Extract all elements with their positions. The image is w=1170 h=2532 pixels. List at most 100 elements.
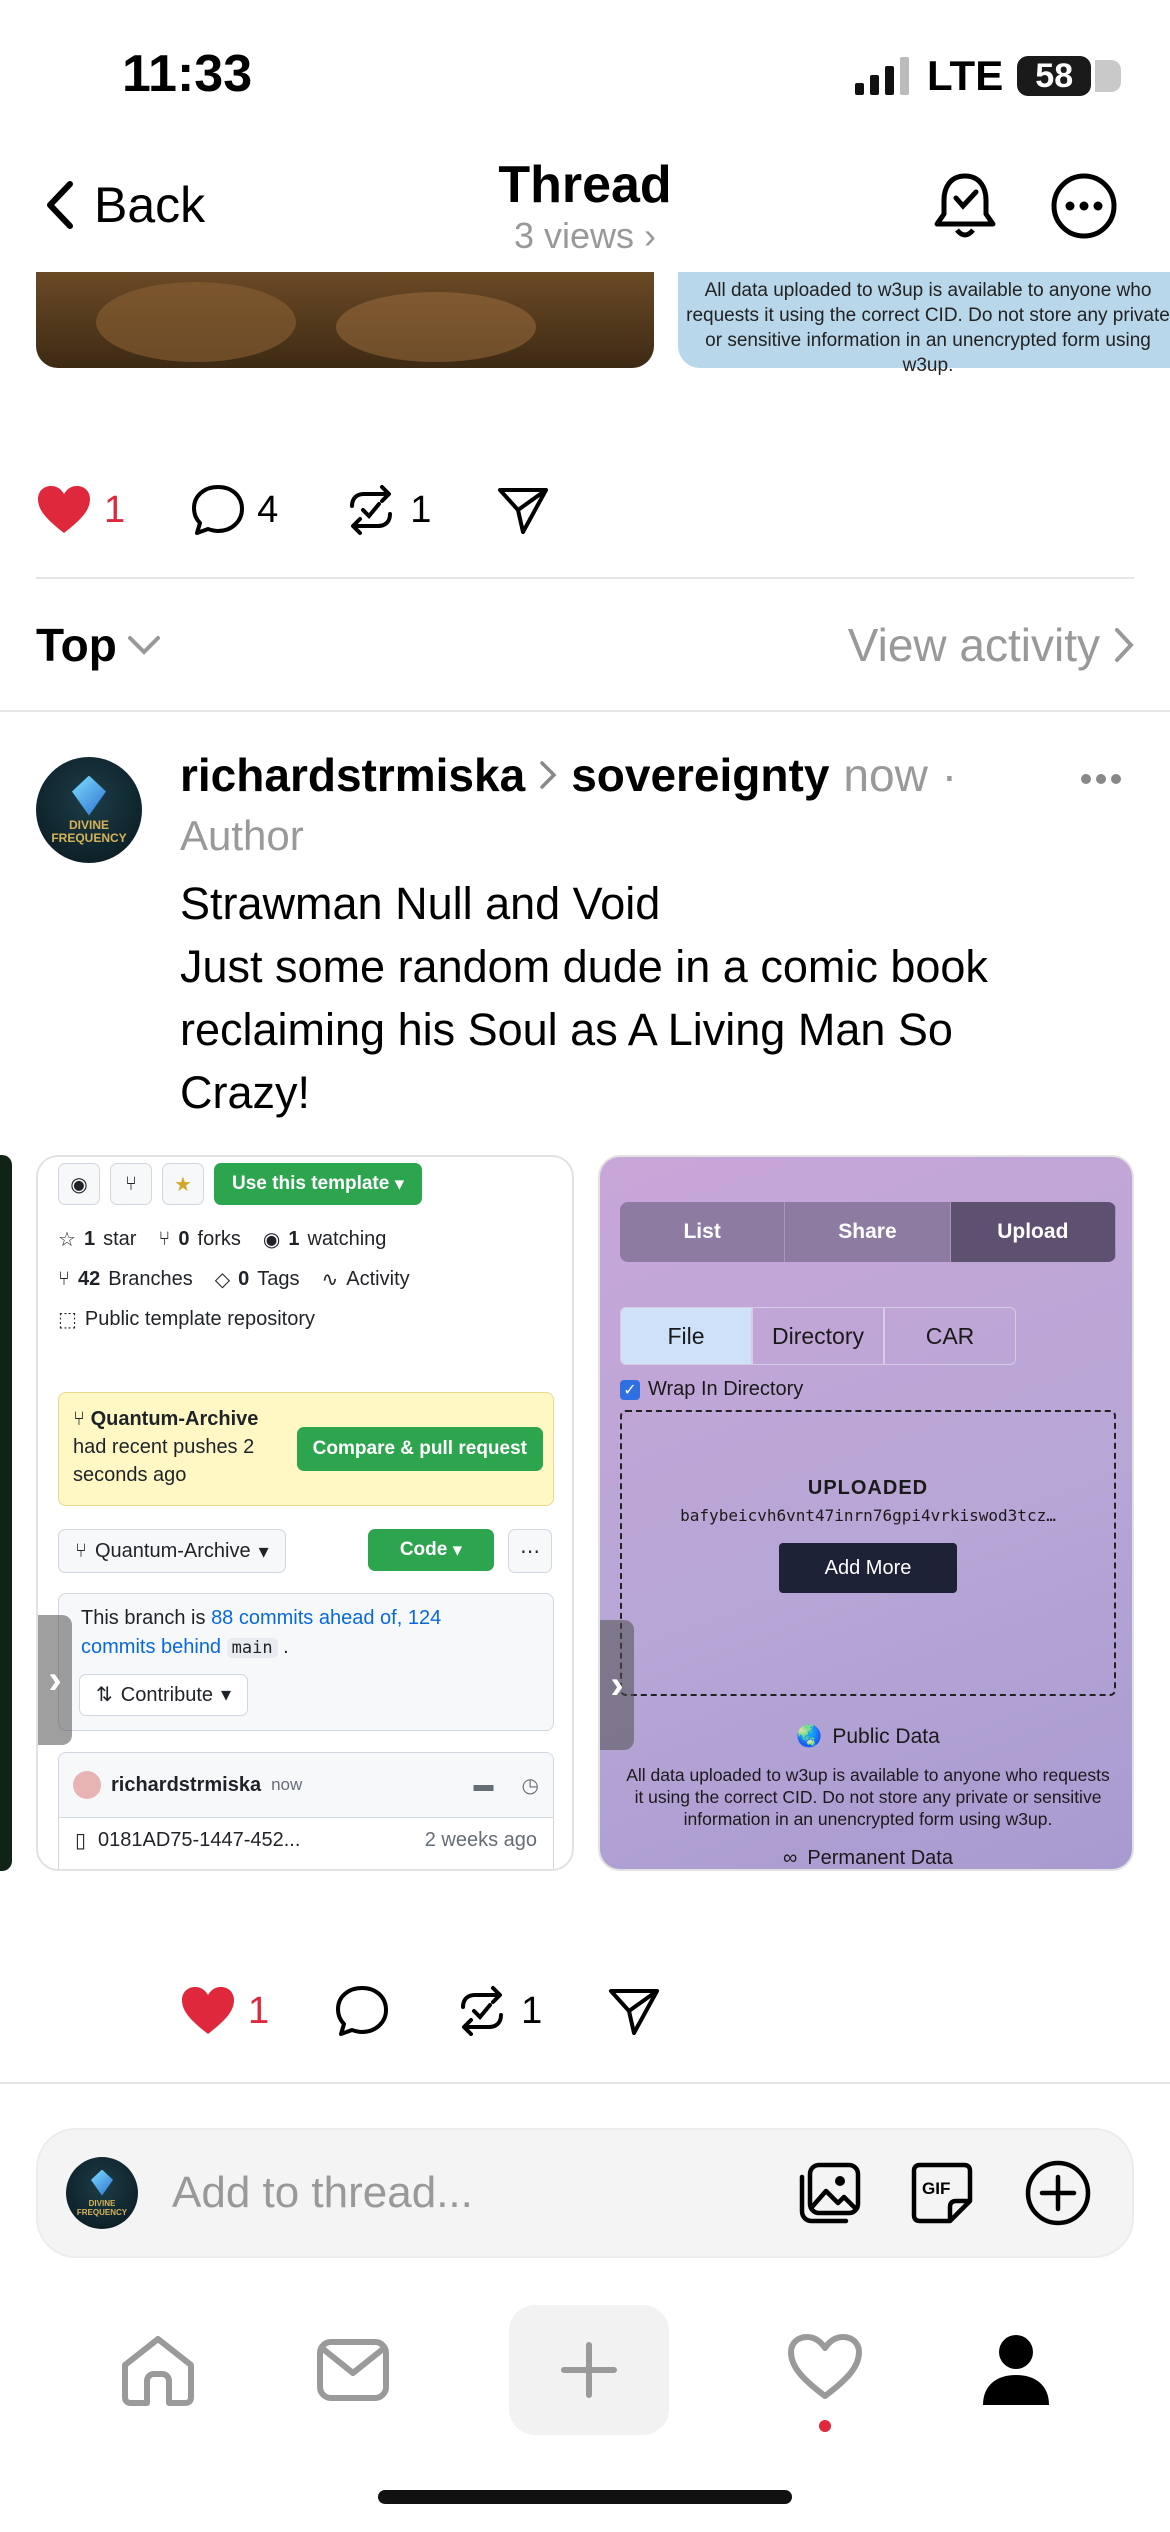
upload-dropzone: UPLOADED bafybeicvh6vnt47inrn76gpi4vrkis…	[620, 1410, 1116, 1696]
comment-button[interactable]: 4	[191, 484, 278, 536]
chevron-right-icon	[540, 761, 557, 789]
heart-filled-icon	[182, 1987, 234, 2034]
caret-down-icon: ▾	[221, 1683, 232, 1706]
top-post-actions: 1 4 1	[36, 484, 615, 536]
view-activity-link[interactable]: View activity	[848, 618, 1134, 672]
w3-tabs: List Share Upload	[620, 1202, 1116, 1262]
segment-car: CAR	[884, 1307, 1016, 1365]
repo-template-icon: ⬚	[58, 1309, 77, 1331]
activity-label: Activity	[346, 1268, 410, 1290]
compare-pull-button: Compare & pull request	[296, 1427, 543, 1471]
avatar[interactable]: DIVINE FREQUENCY	[36, 757, 142, 863]
community-name[interactable]: sovereignty	[571, 748, 829, 802]
segment-directory: Directory	[752, 1307, 884, 1365]
avatar-text: DIVINE FREQUENCY	[76, 2198, 128, 2217]
separator-dot: ·	[941, 749, 958, 801]
like-count: 1	[248, 1989, 270, 2032]
comment-button[interactable]	[335, 1985, 389, 2037]
repost-button[interactable]: 1	[344, 484, 431, 536]
share-button[interactable]	[608, 1987, 660, 2035]
chevron-down-icon	[127, 636, 160, 655]
post-content: Strawman Null and Void Just some random …	[180, 872, 1080, 1124]
checkbox-checked-icon: ✓	[620, 1379, 640, 1400]
post-image-github[interactable]: ◉ ⑂ ★ Use this template ▾ ☆ 1 star ⑂ 0 forks…	[36, 1155, 574, 1871]
like-button[interactable]: 1	[36, 485, 125, 535]
compose-avatar: DIVINE FREQUENCY	[66, 2157, 138, 2229]
divider	[0, 2082, 1170, 2084]
home-icon[interactable]	[119, 2333, 197, 2407]
heart-icon	[788, 2333, 862, 2399]
pr-icon: ⇅	[96, 1683, 113, 1706]
commit-box: richardstrmiska now ▬ ◷ ▯ 0181AD75-1447-…	[58, 1752, 554, 1869]
eye-icon: ◉	[262, 1229, 281, 1251]
comment-count: 4	[257, 488, 279, 531]
repost-count: 1	[521, 1989, 543, 2032]
tab-list: List	[620, 1202, 786, 1262]
previous-image-edge[interactable]	[0, 1155, 12, 1871]
use-template-label: Use this template	[232, 1173, 390, 1194]
compose-bar[interactable]: DIVINE FREQUENCY Add to thread... GIF	[36, 2128, 1134, 2258]
activity-tab[interactable]	[787, 2333, 863, 2432]
inbox-icon[interactable]	[315, 2337, 391, 2403]
repost-button[interactable]: 1	[455, 1985, 542, 2037]
forks-count: 0	[178, 1228, 190, 1250]
post-image-w3up-upload[interactable]: List Share Upload File Directory CAR ✓ W…	[598, 1155, 1134, 1871]
stars-label: star	[103, 1228, 137, 1250]
fork-icon: ⑂	[158, 1228, 171, 1250]
public-data-notice: All data uploaded to w3up is available t…	[626, 1765, 1110, 1829]
author-badge: Author	[180, 812, 304, 859]
bottom-tab-bar	[0, 2290, 1170, 2450]
more-options-icon[interactable]	[1050, 172, 1118, 240]
tag-icon: ◇	[214, 1269, 231, 1291]
repost-icon	[461, 1986, 504, 2036]
photo-gallery-icon[interactable]	[796, 2161, 864, 2225]
username[interactable]: richardstrmiska	[180, 748, 525, 802]
stars-count: 1	[83, 1228, 96, 1250]
share-button[interactable]	[497, 486, 549, 534]
branches-count: 42	[78, 1268, 101, 1290]
gem-icon	[72, 775, 106, 816]
wrap-directory-option: ✓ Wrap In Directory	[620, 1378, 803, 1401]
status-time: 11:33	[122, 45, 253, 103]
battery-icon: 58	[1017, 56, 1122, 96]
post-more-icon[interactable]	[1080, 772, 1122, 786]
status-indicators: LTE 58	[855, 52, 1122, 100]
avatar-text: DIVINE FREQUENCY	[51, 817, 127, 845]
notification-bell-icon[interactable]	[932, 170, 998, 242]
wrap-label: Wrap In Directory	[648, 1378, 804, 1400]
view-activity-label: View activity	[847, 619, 1100, 671]
star-icon: ★	[162, 1163, 204, 1205]
push-text: had recent pushes 2 seconds ago	[73, 1436, 255, 1486]
create-post-button[interactable]	[509, 2305, 669, 2435]
gif-icon[interactable]: GIF	[910, 2161, 974, 2225]
public-template-label: Public template repository	[84, 1308, 316, 1330]
contribute-label: Contribute	[120, 1683, 214, 1706]
infinity-icon: ∞	[783, 1847, 798, 1869]
post-image-w3up[interactable]: All data uploaded to w3up is available t…	[678, 272, 1170, 376]
chevron-right-icon: ›	[644, 215, 657, 256]
tags-count: 0	[238, 1268, 250, 1290]
commit-user: richardstrmiska	[111, 1773, 262, 1796]
tab-share: Share	[785, 1202, 951, 1262]
carousel-prev-icon: ›	[38, 1615, 72, 1745]
cid-value: bafybeicvh6vnt47inrn76gpi4vrkiswod3tcz…	[680, 1506, 1056, 1525]
add-more-button: Add More	[779, 1543, 957, 1593]
add-circle-icon[interactable]	[1024, 2159, 1092, 2227]
profile-icon[interactable]	[981, 2333, 1051, 2407]
notification-dot	[819, 2419, 831, 2432]
post-header: richardstrmiska sovereignty now ·	[180, 748, 1080, 802]
home-indicator	[378, 2490, 792, 2504]
watching-count: 1	[288, 1228, 300, 1250]
commit-message-icon: ▬	[473, 1773, 494, 1796]
post-text: Just some random dude in a comic book re…	[180, 941, 988, 1118]
post-image-comic[interactable]	[36, 272, 654, 368]
branch-select-label: Quantum-Archive	[95, 1539, 251, 1562]
file-icon: ▯	[75, 1830, 87, 1852]
compose-input[interactable]: Add to thread...	[172, 2168, 473, 2218]
sort-dropdown[interactable]: Top	[36, 618, 161, 672]
push-branch: Quantum-Archive	[90, 1408, 259, 1430]
activity-icon: ∿	[321, 1269, 339, 1291]
segment-file: File	[620, 1307, 752, 1365]
signal-icon	[855, 57, 909, 95]
like-button[interactable]: 1	[180, 1986, 269, 2036]
